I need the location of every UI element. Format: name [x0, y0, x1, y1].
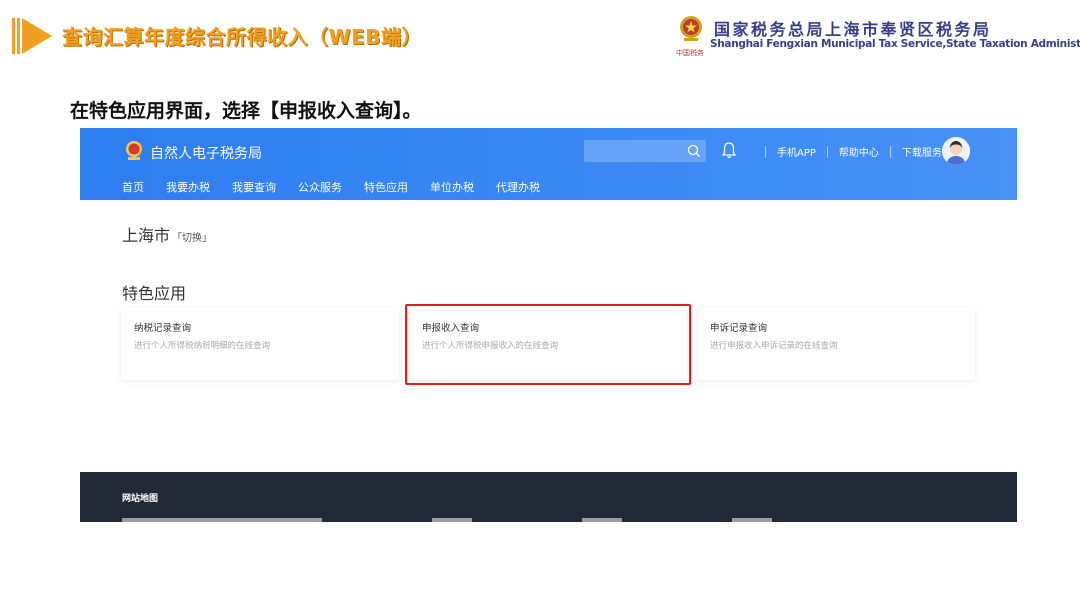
- nav-agent-tax[interactable]: 代理办税: [496, 179, 540, 201]
- link-divider: [765, 145, 766, 158]
- bell-icon[interactable]: [720, 140, 738, 160]
- emblem-icon: [680, 16, 702, 41]
- avatar[interactable]: [942, 137, 970, 165]
- brand-logo: 国家税务总局上海市奉贤区税务局 Shanghai Fengxian Munici…: [676, 12, 1080, 57]
- footer-links-cropped: [122, 518, 822, 522]
- switch-city-link[interactable]: 「切换」: [172, 233, 212, 244]
- nav-query[interactable]: 我要查询: [232, 179, 276, 201]
- footer-link-fragment: [432, 518, 472, 522]
- nav-home[interactable]: 首页: [122, 179, 144, 201]
- nav-featured-apps[interactable]: 特色应用: [364, 179, 408, 203]
- card-title: 纳税记录查询: [134, 323, 192, 334]
- city-selector: 上海市 「切换」: [122, 222, 212, 246]
- nav-public-service[interactable]: 公众服务: [298, 179, 342, 201]
- card-desc: 进行个人所得税纳税明细的在线查询: [134, 341, 271, 351]
- link-divider: [889, 145, 891, 158]
- tax-emblem-icon: [126, 141, 142, 160]
- footer: 网站地图: [80, 472, 1017, 522]
- web-screenshot: 自然人电子税务局 手机APP 帮助中心 下载服务 首页 我要办税 我要查询 公众…: [80, 128, 1017, 522]
- footer-sitemap-title: 网站地图: [122, 494, 159, 504]
- brand-name-en: Shanghai Fengxian Municipal Tax Service,…: [710, 38, 1080, 50]
- card-tax-record-query[interactable]: 纳税记录查询 进行个人所得税纳税明细的在线查询: [122, 308, 398, 380]
- section-title: 特色应用: [122, 284, 187, 303]
- top-links: 手机APP 帮助中心 下载服务: [754, 144, 942, 159]
- footer-link-fragment: [122, 518, 322, 522]
- highlight-box: [405, 304, 691, 385]
- link-divider: [826, 145, 828, 158]
- link-download[interactable]: 下载服务: [902, 144, 942, 159]
- site-name[interactable]: 自然人电子税务局: [150, 143, 262, 163]
- search-icon[interactable]: [686, 143, 702, 159]
- footer-link-fragment: [732, 518, 772, 522]
- card-appeal-record-query[interactable]: 申诉记录查询 进行申报收入申诉记录的在线查询: [698, 308, 974, 380]
- brand-signature: 中国税务: [676, 49, 704, 57]
- card-title: 申诉记录查询: [710, 323, 768, 334]
- slide-subtitle: 在特色应用界面，选择【申报收入查询】。: [70, 100, 422, 122]
- card-desc: 进行申报收入申诉记录的在线查询: [710, 341, 838, 351]
- city-name: 上海市: [122, 226, 171, 245]
- link-mobile-app[interactable]: 手机APP: [777, 144, 816, 159]
- topbar: 自然人电子税务局 手机APP 帮助中心 下载服务 首页 我要办税 我要查询 公众…: [80, 128, 1017, 203]
- brand-name-cn: 国家税务总局上海市奉贤区税务局: [714, 20, 992, 39]
- search-input[interactable]: [584, 140, 706, 162]
- slide-title: 查询汇算年度综合所得收入（WEB端）: [62, 25, 422, 49]
- slide-arrow-icon: [12, 18, 52, 54]
- link-help-center[interactable]: 帮助中心: [839, 144, 879, 159]
- main-nav: 首页 我要办税 我要查询 公众服务 特色应用 单位办税 代理办税: [122, 179, 562, 203]
- footer-link-fragment: [582, 518, 622, 522]
- nav-employer-tax[interactable]: 单位办税: [430, 179, 474, 201]
- nav-do-tax[interactable]: 我要办税: [166, 179, 210, 201]
